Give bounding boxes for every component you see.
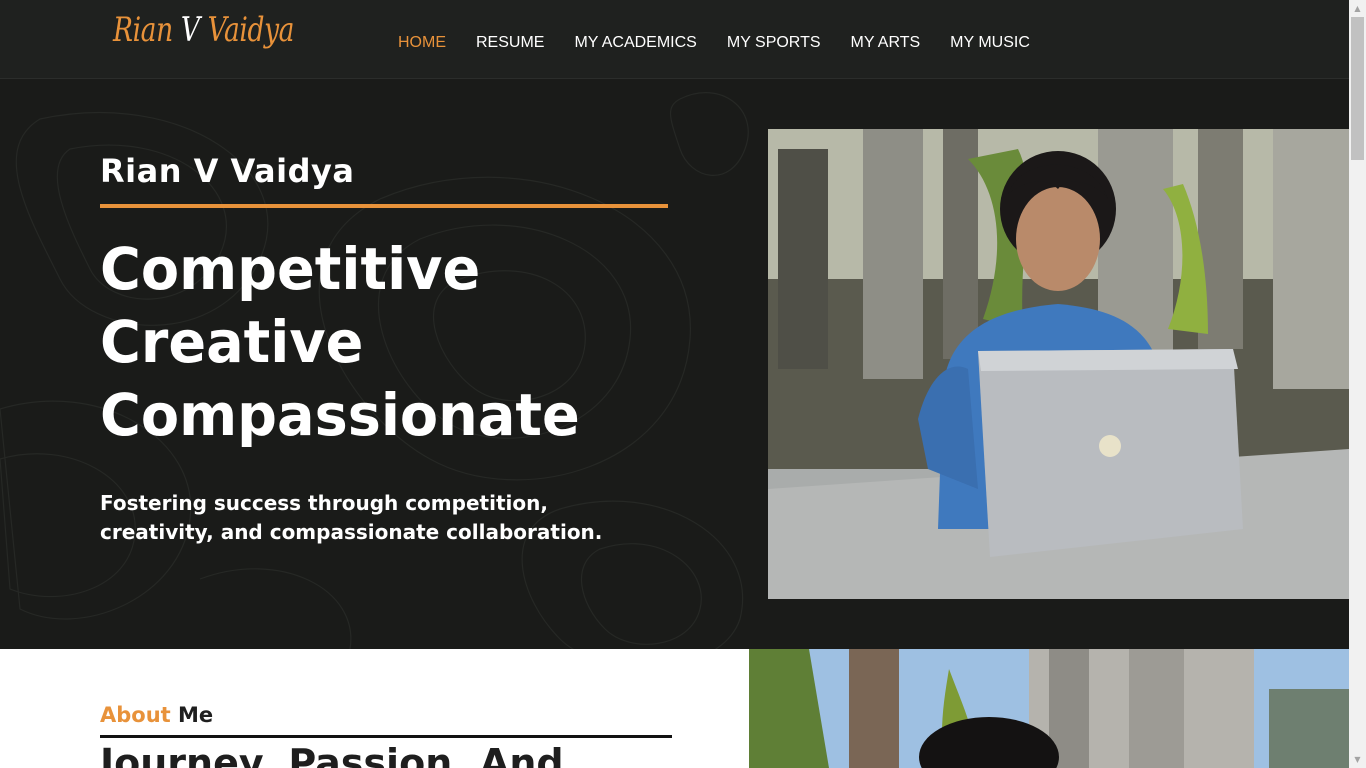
hero-photo [768, 129, 1349, 599]
portrait-with-laptop-photo [768, 129, 1349, 599]
hero-heading-line-1: Competitive [100, 235, 481, 303]
logo-middle: V [180, 10, 200, 50]
about-heading: Journey, Passion, And [100, 741, 564, 768]
hero-heading-line-3: Compassionate [100, 381, 580, 449]
scroll-down-icon[interactable]: ▼ [1349, 751, 1366, 768]
site-logo[interactable]: Rian V Vaidya [113, 10, 294, 50]
main-nav: HOME RESUME MY ACADEMICS MY SPORTS MY AR… [398, 34, 1030, 52]
hero-tagline: Fostering success through competition, c… [100, 491, 603, 544]
nav-link-arts[interactable]: MY ARTS [851, 34, 921, 52]
nav-link-sports[interactable]: MY SPORTS [727, 34, 821, 52]
about-divider [100, 735, 672, 738]
hero-heading-line-2: Creative [100, 308, 364, 376]
top-navbar: Rian V Vaidya HOME RESUME MY ACADEMICS M… [0, 0, 1349, 79]
scroll-up-icon[interactable]: ▲ [1349, 0, 1366, 17]
scroll-thumb[interactable] [1351, 17, 1364, 160]
logo-last: Vaidya [207, 10, 295, 50]
about-section: About Me Journey, Passion, And [0, 649, 1349, 768]
nav-link-academics[interactable]: MY ACADEMICS [574, 34, 696, 52]
hero-section: Rian V Vaidya Competitive Creative Compa… [0, 79, 1349, 649]
nav-link-music[interactable]: MY MUSIC [950, 34, 1030, 52]
about-label-accent: About [100, 703, 171, 727]
nav-link-home[interactable]: HOME [398, 34, 446, 52]
about-label-rest: Me [178, 703, 214, 727]
about-label: About Me [100, 703, 213, 727]
logo-first: Rian [113, 10, 173, 50]
about-photo [749, 649, 1349, 768]
hero-divider [100, 204, 668, 208]
hero-heading: Competitive Creative Compassionate [100, 233, 720, 452]
hero-name: Rian V Vaidya [100, 152, 355, 190]
page-scrollbar[interactable]: ▲ ▼ [1349, 0, 1366, 768]
nav-link-resume[interactable]: RESUME [476, 34, 544, 52]
portrait-outdoor-photo [749, 649, 1349, 768]
